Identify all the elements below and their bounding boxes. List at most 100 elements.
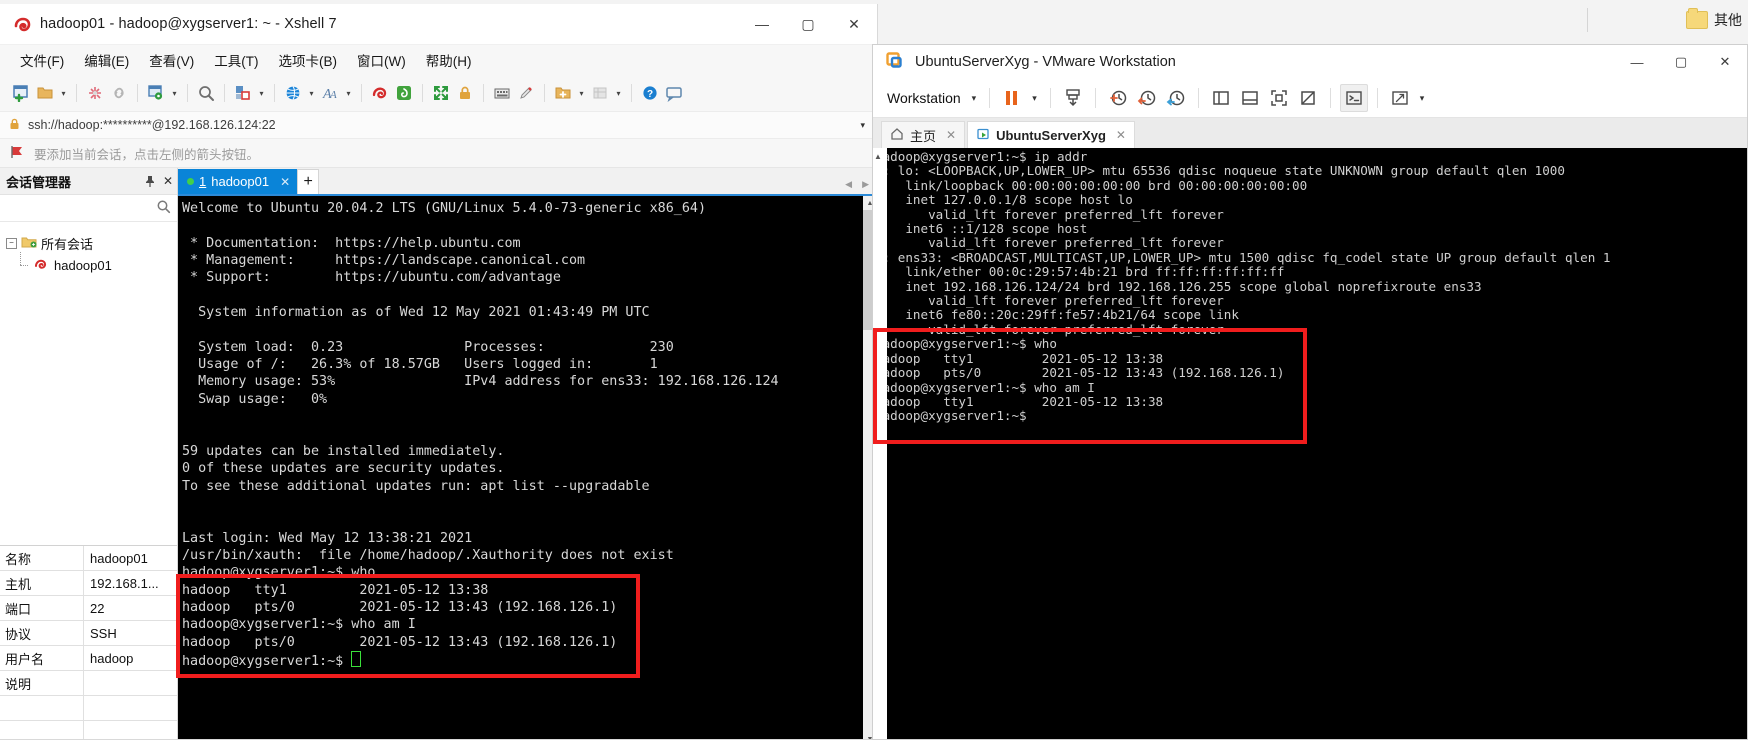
session-properties-dropdown-icon[interactable]: ▾ (169, 82, 180, 104)
tab-close-icon[interactable]: ✕ (280, 175, 290, 189)
link-chain-icon[interactable] (108, 82, 130, 104)
globe-icon[interactable] (282, 82, 304, 104)
xshell-logo-icon[interactable] (369, 82, 391, 104)
vm-tab-home[interactable]: 主页 ✕ (881, 121, 966, 148)
gutter-expand-icon[interactable]: ▲ (874, 152, 882, 161)
xshell-titlebar: hadoop01 - hadoop@xygserver1: ~ - Xshell… (0, 4, 877, 45)
session-properties-icon[interactable] (145, 82, 167, 104)
toolbar-separator (224, 84, 225, 102)
take-snapshot-icon[interactable] (1105, 85, 1131, 111)
session-tree-item-hadoop01[interactable]: hadoop01 (6, 252, 177, 276)
address-dropdown-icon[interactable]: ▾ (860, 120, 869, 131)
tab-next-icon[interactable]: ▶ (862, 179, 869, 190)
tab-prev-icon[interactable]: ◀ (845, 179, 852, 190)
toolbar-separator (544, 84, 545, 102)
search-icon[interactable] (195, 82, 217, 104)
property-key: 名称 (0, 546, 84, 570)
vmware-sidebar-gutter[interactable]: ▲ (873, 148, 887, 739)
vmware-maximize-button[interactable]: ▢ (1659, 45, 1703, 79)
vmware-toolbar-separator (1049, 88, 1051, 108)
session-tree-root-label: 所有会话 (41, 236, 94, 252)
vmware-close-button[interactable]: ✕ (1703, 45, 1747, 79)
pause-vm-icon[interactable] (999, 85, 1025, 111)
revert-snapshot-icon[interactable] (1134, 85, 1160, 111)
new-folder-dropdown-icon[interactable]: ▾ (576, 82, 587, 104)
xshell-window[interactable]: hadoop01 - hadoop@xygserver1: ~ - Xshell… (0, 4, 878, 740)
xftp-icon[interactable] (393, 82, 415, 104)
new-session-icon[interactable] (10, 82, 32, 104)
lock-icon[interactable] (454, 82, 476, 104)
home-icon (890, 127, 904, 144)
vm-tab-ubuntuserverxyg[interactable]: UbuntuServerXyg ✕ (967, 121, 1135, 148)
workstation-menu-button[interactable]: Workstation (883, 88, 965, 108)
menu-window[interactable]: 窗口(W) (349, 46, 414, 74)
vm-tab-ubuntuserverxyg-close-icon[interactable]: ✕ (1116, 128, 1126, 142)
snapshot-manager-icon[interactable] (1163, 85, 1189, 111)
menu-edit[interactable]: 编辑(E) (76, 46, 137, 74)
show-bottom-panel-icon[interactable] (1237, 85, 1263, 111)
font-dropdown-icon[interactable]: ▾ (343, 82, 354, 104)
folder-icon (1686, 8, 1708, 29)
keyboard-icon[interactable] (491, 82, 513, 104)
help-icon[interactable]: ? (639, 82, 661, 104)
globe-dropdown-icon[interactable]: ▾ (306, 82, 317, 104)
menu-help[interactable]: 帮助(H) (418, 46, 480, 74)
fullscreen-icon[interactable] (1266, 85, 1292, 111)
stretch-view-icon[interactable] (1387, 85, 1413, 111)
vmware-window[interactable]: UbuntuServerXyg - VMware Workstation — ▢… (872, 44, 1748, 740)
vmware-tabstrip: 主页 ✕ UbuntuServerXyg ✕ (873, 118, 1747, 148)
desktop-folder-item[interactable]: 其他 (1686, 8, 1742, 30)
vmware-toolbar-separator (989, 88, 991, 108)
property-value: 192.168.1... (90, 575, 159, 591)
file-transfer-icon[interactable] (232, 82, 254, 104)
vm-tab-home-close-icon[interactable]: ✕ (946, 128, 956, 142)
new-folder-icon[interactable] (552, 82, 574, 104)
vmware-guest-console[interactable]: hadoop@xygserver1:~$ ip addr 1: lo: <LOO… (873, 148, 1747, 739)
property-value: hadoop (90, 650, 134, 666)
menu-view[interactable]: 查看(V) (141, 46, 202, 74)
new-tab-button[interactable]: + (297, 169, 320, 194)
xshell-minimize-button[interactable]: — (739, 4, 785, 44)
address-text[interactable]: ssh://hadoop:**********@192.168.126.124:… (28, 118, 853, 132)
session-manager-title: 会话管理器 (6, 174, 72, 190)
session-properties-table: 名称 hadoop01 主机 192.168.1... 端口 22 协议 SSH… (0, 545, 177, 739)
toolbar-separator (361, 84, 362, 102)
pause-vm-caret-icon[interactable]: ▾ (1028, 93, 1041, 104)
workstation-menu-caret-icon[interactable]: ▾ (968, 93, 981, 104)
manage-snapshots-icon[interactable] (1060, 85, 1086, 111)
edit-pen-icon[interactable] (515, 82, 537, 104)
xshell-maximize-button[interactable]: ▢ (785, 4, 831, 44)
disconnect-icon[interactable] (84, 82, 106, 104)
toolbar-separator (187, 84, 188, 102)
feedback-icon[interactable] (663, 82, 685, 104)
session-search-row[interactable] (0, 195, 177, 222)
xshell-address-bar[interactable]: ssh://hadoop:**********@192.168.126.124:… (0, 112, 877, 139)
session-tree-root-row[interactable]: − 所有会话 (6, 232, 177, 254)
vmware-minimize-button[interactable]: — (1615, 45, 1659, 79)
vmware-toolbar-separator (1197, 88, 1199, 108)
menu-file[interactable]: 文件(F) (12, 46, 72, 74)
tab-nav-arrows[interactable]: ◀ ▶ (845, 179, 869, 190)
open-folder-dropdown-icon[interactable]: ▾ (58, 82, 69, 104)
font-icon[interactable]: AA (319, 82, 341, 104)
tab-hadoop01[interactable]: 1 hadoop01 ✕ (178, 169, 298, 194)
menu-tabs[interactable]: 选项卡(B) (271, 46, 346, 74)
xshell-close-button[interactable]: ✕ (831, 4, 877, 44)
session-search-icon[interactable] (156, 199, 171, 217)
fullscreen-icon[interactable] (430, 82, 452, 104)
stretch-view-caret-icon[interactable]: ▾ (1416, 93, 1429, 104)
session-pane-close-button[interactable]: ✕ (159, 171, 177, 191)
toolbar-separator (483, 84, 484, 102)
terminal-output[interactable]: Welcome to Ubuntu 20.04.2 LTS (GNU/Linux… (178, 196, 862, 739)
open-folder-icon[interactable] (34, 82, 56, 104)
show-left-sidebar-icon[interactable] (1208, 85, 1234, 111)
svg-text:?: ? (647, 89, 653, 100)
property-row: 主机 192.168.1... (0, 571, 177, 596)
menu-tools[interactable]: 工具(T) (206, 46, 266, 74)
pin-icon[interactable] (141, 171, 159, 191)
tree-collapse-icon[interactable]: − (6, 237, 17, 249)
console-view-icon[interactable] (1339, 84, 1368, 112)
vmware-toolbar-separator (1376, 88, 1378, 108)
file-transfer-dropdown-icon[interactable]: ▾ (256, 82, 267, 104)
unity-mode-icon[interactable] (1295, 85, 1321, 111)
